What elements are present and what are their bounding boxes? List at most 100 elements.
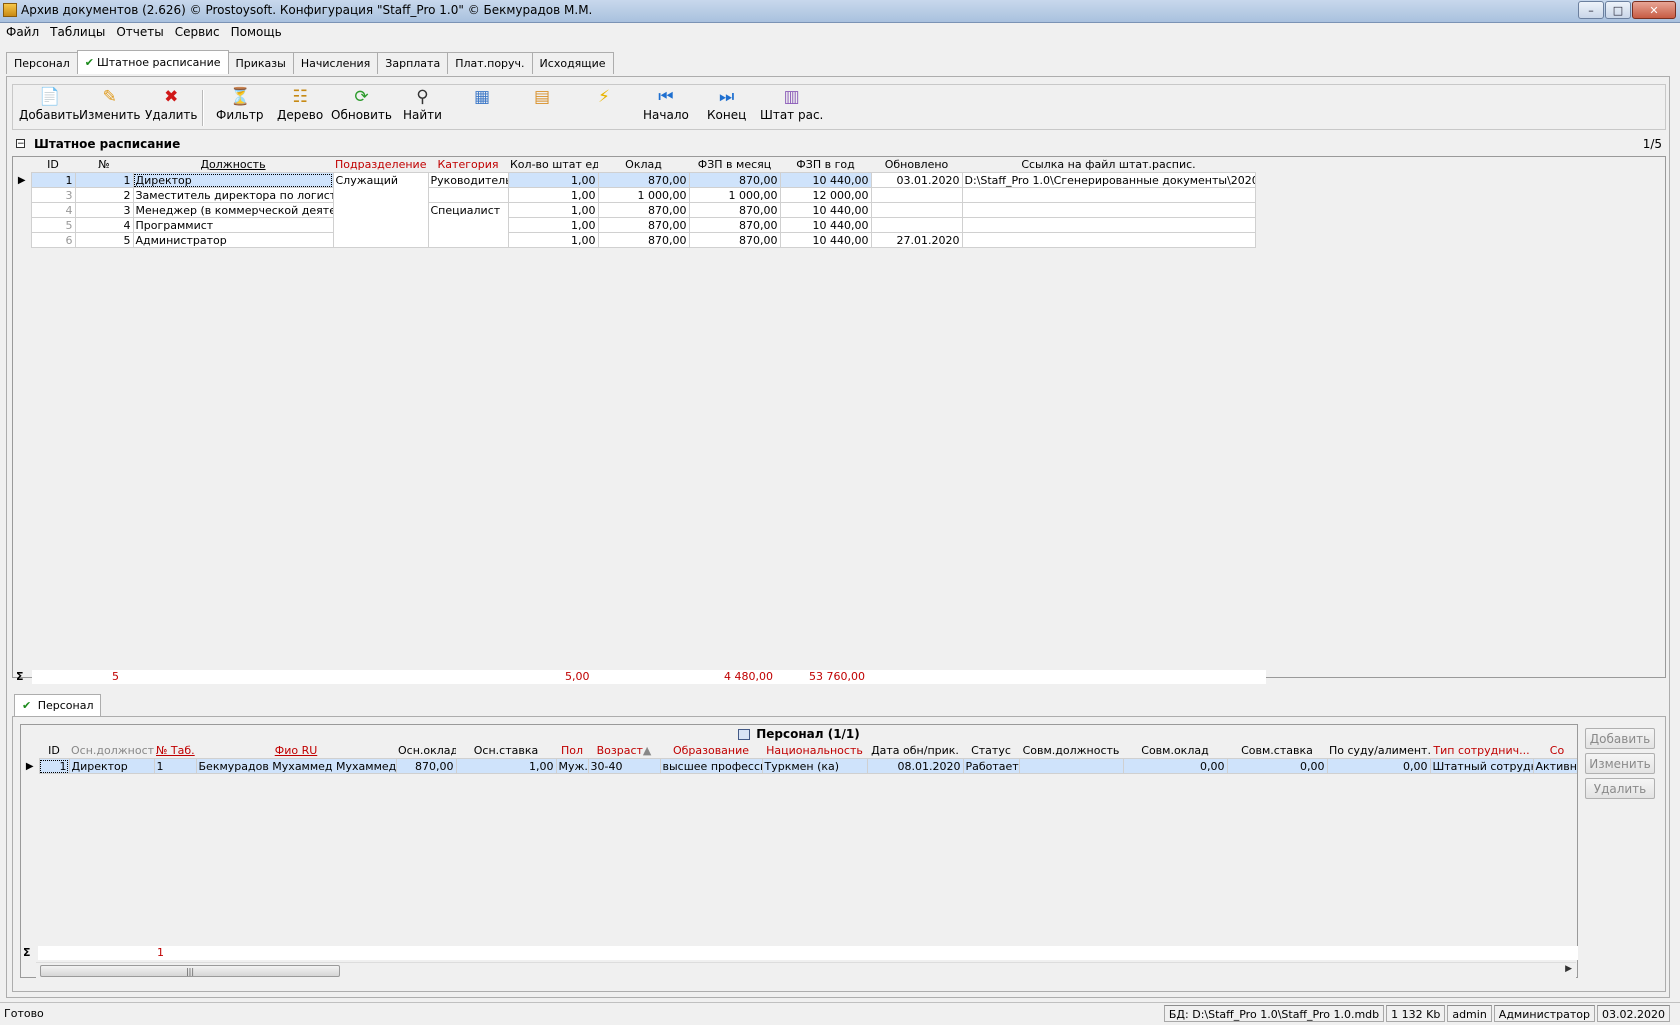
col-updated[interactable]: Обновлено (871, 157, 962, 173)
col-category[interactable]: Категория (428, 157, 508, 173)
check-icon: ✔ (22, 699, 32, 712)
menu-file[interactable]: Файл (0, 23, 44, 39)
side-add-button[interactable]: Добавить (1585, 728, 1655, 749)
col-comb-rate[interactable]: Совм.ставка (1227, 743, 1327, 759)
tab-accruals[interactable]: Начисления (292, 52, 379, 74)
col-main-rate[interactable]: Осн.ставка (456, 743, 556, 759)
table-row[interactable]: 6 5 Администратор 1,00 870,00 870,00 10 … (13, 232, 1256, 248)
col-date[interactable]: Дата обн/прик. (867, 743, 963, 759)
table-row[interactable]: ▶ 1 Директор 1 Бекмурадов Мухаммед Мухам… (21, 758, 1577, 774)
window-title: Архив документов (2.626) © Prostoysoft. … (21, 3, 593, 17)
sigma-icon: Σ (23, 946, 31, 959)
close-button[interactable]: ✕ (1632, 1, 1676, 19)
col-employment-type[interactable]: Тип сотруднич... (1430, 743, 1533, 759)
columns-button[interactable]: ▤ (531, 87, 553, 108)
staffing-grid[interactable]: ID № Должность Подразделение Категория К… (12, 156, 1666, 678)
side-edit-button[interactable]: Изменить (1585, 753, 1655, 774)
row-indicator-icon: ▶ (13, 172, 31, 188)
col-sex[interactable]: Пол (556, 743, 588, 759)
scrollbar-thumb[interactable]: ||| (40, 965, 340, 977)
collapse-icon[interactable]: − (16, 139, 25, 149)
last-record-button[interactable]: ⏭ Конец (707, 87, 746, 122)
status-role: Администратор (1493, 1005, 1596, 1022)
menu-help[interactable]: Помощь (225, 23, 287, 39)
col-id[interactable]: ID (39, 743, 69, 759)
col-nationality[interactable]: Национальность (762, 743, 867, 759)
col-comb-position[interactable]: Совм.должность (1019, 743, 1123, 759)
tab-personnel[interactable]: Персонал (6, 52, 78, 74)
menu-reports[interactable]: Отчеты (110, 23, 168, 39)
col-extra[interactable]: Со (1533, 743, 1577, 759)
col-link[interactable]: Ссылка на файл штат.распис. (962, 157, 1255, 173)
table-row[interactable]: 4 3 Менеджер (в коммерческой деятельно С… (13, 202, 1256, 218)
lightning-button[interactable]: ⚡ (593, 87, 615, 108)
col-number[interactable]: № (75, 157, 133, 173)
total-count: 5 (112, 670, 119, 683)
row-indicator-icon: ▶ (21, 758, 39, 774)
tab-staffing[interactable]: ✔ Штатное расписание (76, 50, 229, 74)
tab-salary[interactable]: Зарплата (377, 52, 449, 74)
col-salary[interactable]: Оклад (598, 157, 689, 173)
toolbar-separator (202, 90, 204, 126)
total-fzp-month: 4 480,00 (724, 670, 773, 683)
pencil-icon: ✎ (102, 87, 117, 107)
col-qty[interactable]: Кол-во штат ед. (508, 157, 598, 173)
col-age[interactable]: Возраст▲ (588, 743, 660, 759)
table-row[interactable]: 3 2 Заместитель директора по логистике 1… (13, 187, 1256, 203)
col-fio[interactable]: Фио RU (196, 743, 396, 759)
col-comb-salary[interactable]: Совм.оклад (1123, 743, 1227, 759)
table-row[interactable]: ▶ 1 1 Директор Служащий Руководитель 1,0… (13, 172, 1256, 188)
col-court[interactable]: По суду/алимент... (1327, 743, 1430, 759)
binoculars-icon: ⚲ (416, 87, 429, 107)
table-header: ID Осн.должность № Таб. Фио RU Осн.оклад… (21, 743, 1577, 759)
tab-orders[interactable]: Приказы (227, 52, 294, 74)
delete-button[interactable]: ✖ Удалить (145, 87, 198, 122)
tab-payment-orders[interactable]: Плат.поруч. (447, 52, 533, 74)
minimize-button[interactable]: – (1578, 1, 1604, 19)
filter-button[interactable]: ⏳ Фильтр (216, 87, 263, 122)
col-fzp-year[interactable]: ФЗП в год (780, 157, 871, 173)
col-fzp-month[interactable]: ФЗП в месяц (689, 157, 780, 173)
report-icon: ▥ (783, 87, 800, 107)
menu-service[interactable]: Сервис (169, 23, 225, 39)
status-date: 03.02.2020 (1597, 1005, 1670, 1022)
add-button[interactable]: 📄 Добавить (19, 87, 79, 122)
totals-row: Σ 5 5,00 4 480,00 53 760,00 (12, 670, 1666, 684)
first-record-button[interactable]: ⏮ Начало (643, 87, 689, 122)
menu-tables[interactable]: Таблицы (44, 23, 110, 39)
scroll-right-icon[interactable]: ▶ (1565, 964, 1572, 974)
last-icon: ⏭ (718, 87, 735, 107)
tree-icon: ☷ (292, 87, 308, 107)
section-header: − Штатное расписание 1/5 (12, 136, 1666, 154)
col-position[interactable]: Должность (133, 157, 333, 173)
col-status[interactable]: Статус (963, 743, 1019, 759)
edit-button[interactable]: ✎ Изменить (79, 87, 141, 122)
staff-schedule-button[interactable]: ▥ Штат рас. (760, 87, 823, 122)
personnel-grid-title: Персонал (1/1) (21, 727, 1577, 741)
side-buttons: Добавить Изменить Удалить (1585, 728, 1657, 803)
section-title: Штатное расписание (34, 137, 181, 151)
tree-button[interactable]: ☷ Дерево (277, 87, 323, 122)
col-tab-number[interactable]: № Таб. (154, 743, 196, 759)
tab-bottom-personnel[interactable]: ✔ Персонал (14, 694, 102, 716)
col-main-salary[interactable]: Осн.оклад (396, 743, 456, 759)
tab-outgoing[interactable]: Исходящие (531, 52, 614, 74)
table-icon: ▦ (473, 87, 491, 107)
col-main-position[interactable]: Осн.должность (69, 743, 154, 759)
sort-asc-icon: ▲ (642, 744, 652, 757)
col-id[interactable]: ID (31, 157, 75, 173)
total-qty: 5,00 (565, 670, 590, 683)
table-header: ID № Должность Подразделение Категория К… (13, 157, 1255, 173)
table-settings-button[interactable]: ▦ (471, 87, 493, 108)
personnel-grid[interactable]: Персонал (1/1) ID Осн.должность № Таб. Ф… (20, 724, 1578, 978)
maximize-button[interactable]: □ (1605, 1, 1631, 19)
col-department[interactable]: Подразделение (333, 157, 428, 173)
table-row[interactable]: 5 4 Программист 1,00 870,00 870,00 10 44… (13, 217, 1256, 233)
side-delete-button[interactable]: Удалить (1585, 778, 1655, 799)
check-icon: ✔ (84, 56, 94, 69)
find-button[interactable]: ⚲ Найти (403, 87, 442, 122)
col-education[interactable]: Образование (660, 743, 762, 759)
horizontal-scrollbar[interactable]: ||| ▶ (36, 962, 1576, 979)
refresh-button[interactable]: ⟳ Обновить (331, 87, 392, 122)
status-bar: Готово БД: D:\Staff_Pro 1.0\Staff_Pro 1.… (0, 1002, 1680, 1025)
